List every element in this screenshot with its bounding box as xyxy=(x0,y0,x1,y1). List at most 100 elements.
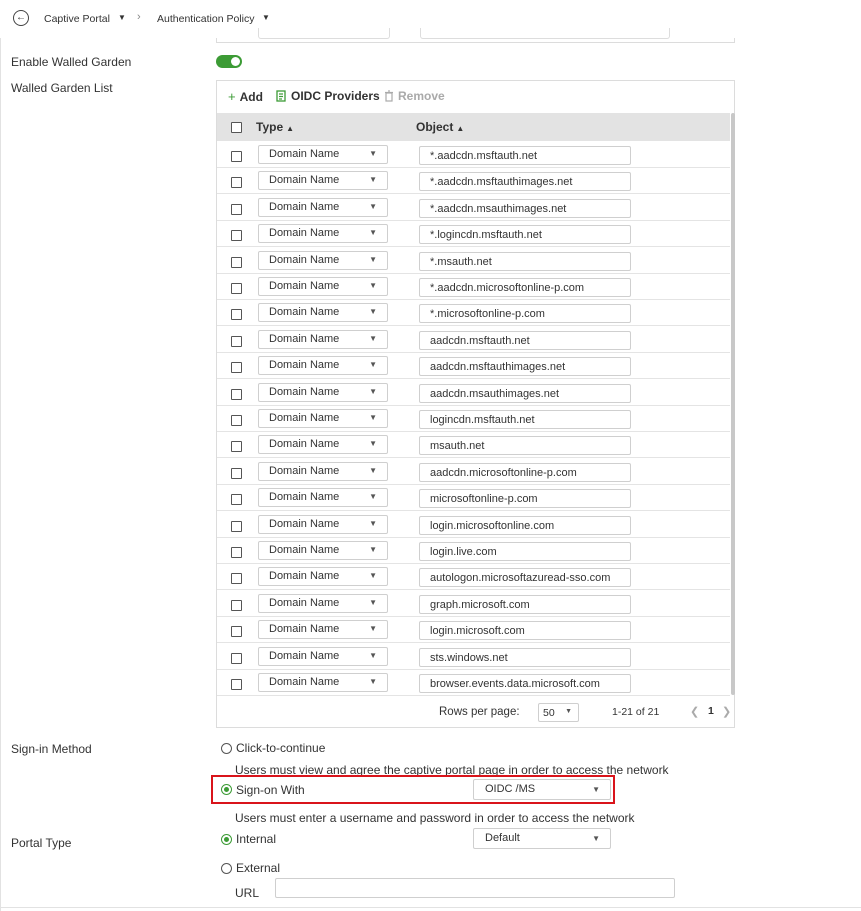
column-header-object[interactable]: Object ▲︎ xyxy=(416,120,464,134)
chevron-left-icon[interactable]: ❮ xyxy=(690,705,699,718)
internal-portal-select[interactable]: Default ▼ xyxy=(473,828,611,849)
type-select-value: Domain Name xyxy=(269,148,340,160)
type-select[interactable]: Domain Name ▼ xyxy=(258,514,388,534)
chevron-right-icon: › xyxy=(137,11,141,23)
type-select[interactable]: Domain Name ▼ xyxy=(258,329,388,349)
object-input[interactable]: graph.microsoft.com xyxy=(419,594,631,614)
row-checkbox[interactable] xyxy=(231,547,242,558)
object-input[interactable]: *.aadcdn.msftauth.net xyxy=(419,146,631,165)
toggle-knob xyxy=(231,57,240,66)
type-select[interactable]: Domain Name ▼ xyxy=(258,409,388,428)
type-select[interactable]: Domain Name ▼ xyxy=(258,250,388,270)
row-checkbox[interactable] xyxy=(231,626,242,638)
type-select[interactable]: Domain Name ▼ xyxy=(258,356,388,376)
type-select[interactable]: Domain Name ▼ xyxy=(258,171,388,191)
row-checkbox[interactable] xyxy=(231,177,242,189)
rows-per-page-label: Rows per page: xyxy=(439,706,520,718)
row-checkbox[interactable] xyxy=(231,362,242,374)
type-select[interactable]: Domain Name ▼ xyxy=(258,541,388,560)
current-page[interactable]: 1 xyxy=(708,705,714,717)
row-checkbox[interactable] xyxy=(231,230,242,242)
object-input[interactable]: *.logincdn.msftauth.net xyxy=(419,225,631,245)
oidc-providers-button[interactable]: OIDC Providers xyxy=(276,89,380,103)
internal-radio[interactable] xyxy=(221,834,232,845)
object-input[interactable]: aadcdn.msftauth.net xyxy=(419,330,631,350)
object-input[interactable]: aadcdn.msftauthimages.net xyxy=(419,357,631,377)
object-input[interactable]: aadcdn.microsoftonline-p.com xyxy=(419,462,631,482)
row-checkbox[interactable] xyxy=(231,415,242,426)
row-checkbox[interactable] xyxy=(231,679,242,690)
object-input[interactable]: login.microsoftonline.com xyxy=(419,515,631,535)
row-checkbox[interactable] xyxy=(231,335,242,347)
type-select[interactable]: Domain Name ▼ xyxy=(258,435,388,455)
type-select[interactable]: Domain Name ▼ xyxy=(258,197,388,217)
chevron-right-icon[interactable]: ❯ xyxy=(722,705,731,718)
type-select[interactable]: Domain Name ▼ xyxy=(258,620,388,640)
enable-walled-garden-toggle[interactable] xyxy=(216,55,242,68)
sign-on-with-radio[interactable] xyxy=(221,784,232,795)
object-input[interactable]: msauth.net xyxy=(419,436,631,456)
row-checkbox[interactable] xyxy=(231,283,242,294)
url-label: URL xyxy=(235,886,260,900)
type-select[interactable]: Domain Name ▼ xyxy=(258,224,388,244)
back-arrow-icon[interactable]: ← xyxy=(13,10,29,26)
row-checkbox[interactable] xyxy=(231,203,242,215)
object-input[interactable]: *.aadcdn.microsoftonline-p.com xyxy=(419,278,631,297)
row-checkbox[interactable] xyxy=(231,467,242,479)
object-input[interactable]: login.live.com xyxy=(419,542,631,561)
object-input[interactable]: microsoftonline-p.com xyxy=(419,489,631,509)
remove-button[interactable]: Remove xyxy=(384,89,445,103)
type-select[interactable]: Domain Name ▼ xyxy=(258,303,388,323)
type-select[interactable]: Domain Name ▼ xyxy=(258,488,388,508)
chevron-down-icon[interactable]: ▼ xyxy=(118,13,126,22)
object-input[interactable]: sts.windows.net xyxy=(419,647,631,667)
type-select[interactable]: Domain Name ▼ xyxy=(258,277,388,296)
table-row: Domain Name ▼ browser.events.data.microsof… xyxy=(217,670,730,696)
type-select[interactable]: Domain Name ▼ xyxy=(258,382,388,402)
row-checkbox[interactable] xyxy=(231,256,242,268)
type-select[interactable]: Domain Name ▼ xyxy=(258,567,388,587)
object-input[interactable]: autologon.microsoftazuread-sso.com xyxy=(419,568,631,588)
enable-walled-garden-label: Enable Walled Garden xyxy=(11,55,132,69)
object-input[interactable]: *.msauth.net xyxy=(419,251,631,271)
external-radio[interactable] xyxy=(221,863,232,874)
row-checkbox[interactable] xyxy=(231,652,242,664)
chevron-down-icon: ▼ xyxy=(369,386,377,396)
row-checkbox[interactable] xyxy=(231,388,242,400)
type-select[interactable]: Domain Name ▼ xyxy=(258,593,388,613)
object-input[interactable]: *.aadcdn.msauthimages.net xyxy=(419,198,631,218)
row-checkbox[interactable] xyxy=(231,151,242,162)
chevron-down-icon: ▼ xyxy=(592,834,600,843)
click-to-continue-radio[interactable] xyxy=(221,743,232,754)
add-button[interactable]: + Add xyxy=(228,89,263,104)
row-checkbox[interactable] xyxy=(231,573,242,585)
table-scrollbar[interactable] xyxy=(731,113,735,695)
type-select[interactable]: Domain Name ▼ xyxy=(258,646,388,666)
breadcrumb-authentication-policy[interactable]: Authentication Policy xyxy=(157,13,254,25)
row-checkbox[interactable] xyxy=(231,309,242,321)
type-select[interactable]: Domain Name ▼ xyxy=(258,145,388,164)
row-checkbox[interactable] xyxy=(231,441,242,453)
chevron-down-icon[interactable]: ▼ xyxy=(262,13,270,22)
sign-on-provider-select[interactable]: OIDC /MS ▼ xyxy=(473,779,611,800)
row-checkbox[interactable] xyxy=(231,520,242,532)
type-select-value: Domain Name xyxy=(269,491,340,504)
object-input[interactable]: aadcdn.msauthimages.net xyxy=(419,383,631,403)
internal-portal-value: Default xyxy=(485,832,520,844)
row-checkbox[interactable] xyxy=(231,494,242,506)
row-checkbox[interactable] xyxy=(231,599,242,611)
object-input[interactable]: *.aadcdn.msftauthimages.net xyxy=(419,172,631,192)
select-all-checkbox[interactable] xyxy=(231,122,242,133)
chevron-down-icon: ▼ xyxy=(592,785,600,794)
object-input[interactable]: logincdn.msftauth.net xyxy=(419,410,631,429)
object-input[interactable]: login.microsoft.com xyxy=(419,621,631,641)
object-input[interactable]: *.microsoftonline-p.com xyxy=(419,304,631,324)
breadcrumb-captive-portal[interactable]: Captive Portal xyxy=(44,13,110,25)
object-input[interactable]: browser.events.data.microsoft.com xyxy=(419,674,631,693)
type-select[interactable]: Domain Name ▼ xyxy=(258,461,388,481)
column-header-type[interactable]: Type ▲︎ xyxy=(256,120,294,134)
table-row: Domain Name ▼ graph.microsoft.com xyxy=(217,591,730,617)
url-input[interactable] xyxy=(275,878,675,898)
type-select[interactable]: Domain Name ▼ xyxy=(258,673,388,692)
rows-per-page-select[interactable]: 50 ▼ xyxy=(538,703,579,722)
